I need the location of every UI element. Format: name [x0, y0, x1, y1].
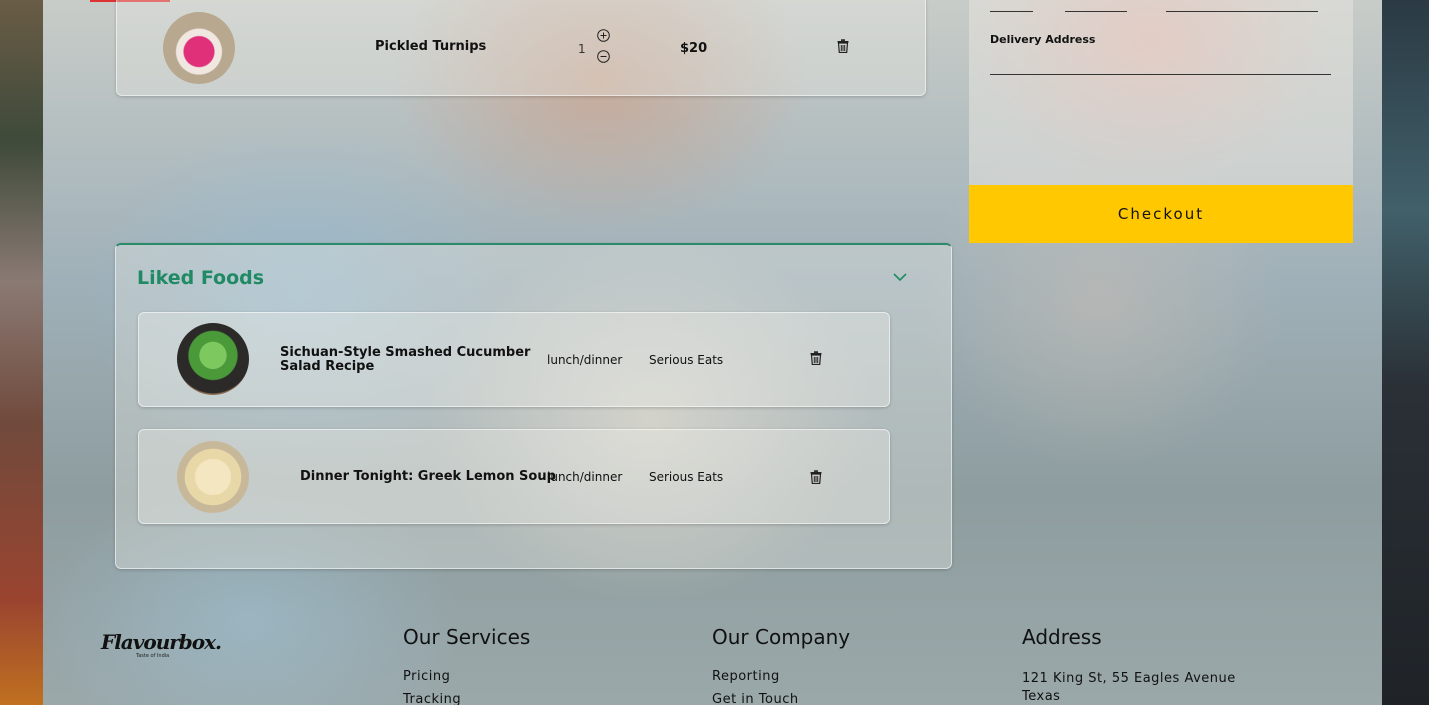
liked-food-source: Serious Eats [649, 353, 724, 367]
liked-food-item: Dinner Tonight: Greek Lemon Soup lunch/d… [138, 429, 890, 524]
food-thumbnail [177, 323, 249, 395]
liked-food-name: Dinner Tonight: Greek Lemon Soup [300, 469, 556, 484]
cart-item-price: $20 [680, 41, 708, 56]
background-photo-right [1382, 0, 1429, 705]
footer-link-pricing[interactable]: Pricing [403, 669, 450, 684]
liked-food-meal: lunch/dinner [547, 353, 623, 367]
liked-food-meal: lunch/dinner [547, 470, 623, 484]
footer-company-title: Our Company [712, 625, 851, 649]
delivery-address-input[interactable] [990, 52, 1331, 75]
trash-icon[interactable] [810, 351, 822, 365]
delivery-panel: Delivery Address [969, 0, 1353, 185]
plus-circle-icon[interactable] [597, 29, 610, 42]
form-underline [1166, 11, 1318, 12]
food-thumbnail [163, 12, 235, 84]
cart-item-row: Pickled Turnips 1 $20 [116, 0, 926, 96]
liked-food-source: Serious Eats [649, 470, 724, 484]
trash-icon[interactable] [837, 39, 849, 53]
chevron-down-icon[interactable] [892, 269, 908, 285]
footer-link-reporting[interactable]: Reporting [712, 669, 780, 684]
cart-item-name: Pickled Turnips [375, 39, 487, 54]
food-thumbnail [177, 441, 249, 513]
footer-address-line: Texas [1022, 689, 1061, 704]
footer-address-line: 121 King St, 55 Eagles Avenue [1022, 671, 1236, 686]
form-underline [990, 11, 1033, 12]
footer-services-title: Our Services [403, 625, 531, 649]
checkout-button[interactable]: Checkout [969, 185, 1353, 243]
footer-link-tracking[interactable]: Tracking [403, 692, 461, 705]
liked-foods-panel: Liked Foods Sichuan-Style Smashed Cucumb… [115, 243, 952, 569]
liked-foods-title: Liked Foods [137, 267, 265, 289]
background-photo-left [0, 0, 43, 705]
minus-circle-icon[interactable] [597, 50, 610, 63]
footer-link-get-in-touch[interactable]: Get in Touch [712, 692, 799, 705]
footer-address-title: Address [1022, 625, 1102, 649]
brand-logo[interactable]: Flavourbox. [101, 630, 222, 654]
trash-icon[interactable] [810, 470, 822, 484]
form-underline [1065, 11, 1127, 12]
cart-item-quantity: 1 [578, 42, 586, 56]
liked-food-name: Sichuan-Style Smashed Cucumber Salad Rec… [280, 345, 531, 374]
liked-food-item: Sichuan-Style Smashed Cucumber Salad Rec… [138, 312, 890, 407]
brand-tagline: Taste of India [136, 653, 170, 659]
delivery-address-label: Delivery Address [990, 33, 1096, 46]
